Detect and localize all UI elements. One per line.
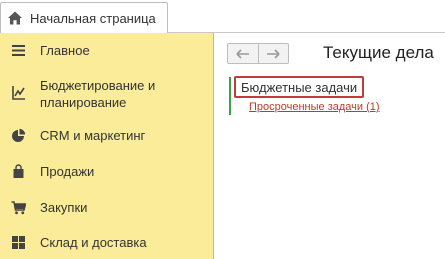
task-group-budget[interactable]: Бюджетные задачи (234, 76, 364, 98)
budget-chart-icon (12, 86, 25, 100)
warehouse-grid-icon (12, 236, 25, 249)
sidebar: Главное Бюджетирование и планирование CR… (0, 33, 214, 259)
shopping-cart-icon (11, 201, 26, 215)
pie-chart-icon (12, 128, 26, 142)
sidebar-item-label: Закупки (40, 200, 88, 215)
shopping-bag-icon (13, 164, 24, 178)
home-icon (8, 11, 22, 25)
arrow-left-icon (236, 48, 249, 59)
sidebar-item-label: Склад и доставка (40, 235, 147, 250)
tab-label: Начальная страница (30, 10, 156, 26)
group-marker (229, 77, 231, 115)
tab-home-page[interactable]: Начальная страница (0, 2, 168, 33)
arrow-right-icon (267, 48, 281, 59)
sidebar-item-label: Бюджетирование и планирование (40, 78, 156, 110)
main-content: Текущие дела Бюджетные задачи Просроченн… (215, 33, 445, 259)
sidebar-item-label: Продажи (40, 164, 95, 179)
back-button[interactable] (228, 44, 258, 63)
task-group-label: Бюджетные задачи (241, 79, 358, 95)
menu-lines-icon (12, 45, 25, 56)
sidebar-item-label: Главное (40, 43, 90, 58)
overdue-tasks-link[interactable]: Просроченные задачи (1) (249, 101, 380, 113)
forward-button[interactable] (257, 44, 288, 63)
tab-bar: Начальная страница (0, 0, 445, 33)
sidebar-item-label: CRM и маркетинг (40, 128, 146, 143)
history-nav (227, 43, 289, 64)
page-title: Текущие дела (323, 43, 434, 62)
